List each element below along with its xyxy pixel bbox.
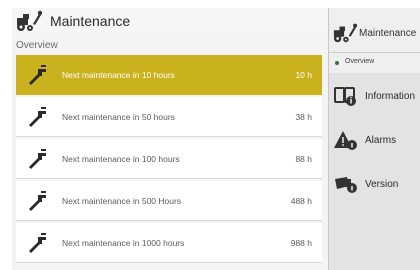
row-label: Next maintenance in 500 Hours bbox=[62, 195, 182, 206]
active-dot-icon bbox=[335, 61, 339, 65]
row-value: 38 h bbox=[295, 111, 312, 122]
nav-overview[interactable]: Overview bbox=[329, 53, 420, 73]
nav-alarms-label: Alarms bbox=[365, 134, 397, 146]
row-label: Next maintenance in 100 hours bbox=[62, 153, 180, 164]
wrench-icon bbox=[29, 106, 46, 127]
maintenance-row-1000h[interactable]: Next maintenance in 1000 hours 988 h bbox=[16, 223, 322, 263]
header: Maintenance bbox=[12, 8, 328, 34]
row-value: 488 h bbox=[290, 195, 312, 206]
nav-alarms[interactable]: Alarms bbox=[329, 118, 420, 162]
maintenance-panel: Maintenance Overview Next maintenance in… bbox=[12, 8, 329, 270]
nav-maintenance[interactable]: Maintenance bbox=[329, 8, 420, 53]
wrench-icon bbox=[29, 232, 46, 253]
row-value: 10 h bbox=[295, 70, 312, 80]
info-book-icon bbox=[334, 87, 356, 106]
wrench-icon bbox=[29, 190, 46, 211]
nav-information-label: Information bbox=[365, 90, 416, 102]
wrench-icon bbox=[29, 65, 46, 85]
row-value: 88 h bbox=[295, 153, 312, 164]
nav-maintenance-label: Maintenance bbox=[359, 28, 417, 39]
nav-overview-label: Overview bbox=[345, 58, 375, 65]
nav-information[interactable]: Information bbox=[329, 74, 420, 118]
maintenance-row-50h[interactable]: Next maintenance in 50 hours 38 h bbox=[16, 97, 322, 137]
maintenance-list: Next maintenance in 10 hours 10 h Next m… bbox=[16, 55, 322, 265]
row-label: Next maintenance in 10 hours bbox=[62, 70, 175, 80]
maintenance-row-100h[interactable]: Next maintenance in 100 hours 88 h bbox=[16, 139, 322, 179]
page-title: Maintenance bbox=[50, 13, 131, 29]
version-info-icon bbox=[335, 177, 357, 193]
maintenance-screen: Maintenance Overview Next maintenance in… bbox=[12, 8, 420, 270]
nav-version-label: Version bbox=[365, 178, 399, 190]
row-label: Next maintenance in 50 hours bbox=[62, 111, 175, 122]
nav-version[interactable]: Version bbox=[329, 162, 420, 206]
row-value: 988 h bbox=[290, 237, 312, 248]
navigation-panel: Maintenance Overview Information Alarms … bbox=[329, 8, 420, 270]
maintenance-row-500h[interactable]: Next maintenance in 500 Hours 488 h bbox=[16, 181, 322, 221]
wrench-icon bbox=[29, 148, 46, 169]
breadcrumb: Overview bbox=[16, 40, 58, 51]
warning-icon bbox=[334, 131, 357, 150]
row-label: Next maintenance in 1000 hours bbox=[62, 237, 185, 248]
tractor-wrench-icon bbox=[17, 10, 42, 31]
maintenance-row-10h[interactable]: Next maintenance in 10 hours 10 h bbox=[16, 55, 322, 95]
tractor-wrench-icon bbox=[333, 23, 357, 43]
